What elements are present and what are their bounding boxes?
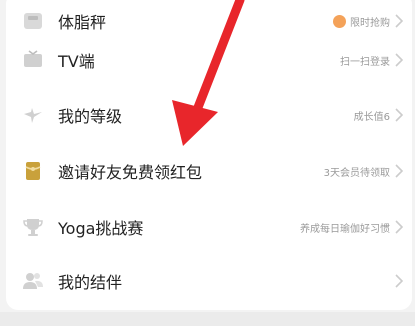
menu-item-my-level[interactable]: 我的等级 成长值6	[6, 86, 412, 144]
bottom-background-strip	[0, 312, 415, 326]
chevron-right-icon	[395, 108, 404, 122]
menu-item-label: TV端	[58, 52, 95, 71]
menu-item-my-partners[interactable]: 我的结伴	[6, 252, 412, 310]
menu-item-tv[interactable]: TV端 扫一扫登录	[6, 31, 412, 89]
menu-item-hint: 养成每日瑜伽好习惯	[300, 223, 390, 235]
menu-item-label: 邀请好友免费领红包	[58, 163, 203, 182]
menu-item-hint: 限时抢购	[333, 14, 390, 29]
partners-icon	[20, 268, 46, 294]
trophy-icon	[20, 214, 46, 240]
menu-item-invite-friends[interactable]: 邀请好友免费领红包 3天会员待领取	[6, 142, 412, 200]
menu-item-hint: 扫一扫登录	[340, 56, 390, 68]
promo-badge-icon	[333, 14, 346, 28]
menu-item-hint: 成长值6	[353, 111, 390, 123]
chevron-right-icon	[395, 14, 404, 28]
menu-item-label: 我的结伴	[58, 273, 123, 292]
menu-card: 体脂秤 限时抢购 TV端 扫一扫登录 我的等级 成长值6 邀请好友免费领红包 3…	[6, 0, 412, 310]
menu-item-yoga-challenge[interactable]: Yoga挑战赛 养成每日瑜伽好习惯	[6, 198, 412, 256]
chevron-right-icon	[395, 164, 404, 178]
menu-item-label: Yoga挑战赛	[58, 219, 144, 238]
chevron-right-icon	[395, 53, 404, 67]
red-packet-icon	[20, 158, 46, 184]
menu-item-label: 体脂秤	[58, 13, 107, 32]
menu-item-label: 我的等级	[58, 107, 123, 126]
screen: 体脂秤 限时抢购 TV端 扫一扫登录 我的等级 成长值6 邀请好友免费领红包 3…	[0, 0, 415, 326]
chevron-right-icon	[395, 220, 404, 234]
level-icon	[20, 102, 46, 128]
menu-item-hint: 3天会员待领取	[323, 167, 390, 179]
tv-icon	[20, 47, 46, 73]
chevron-right-icon	[395, 274, 404, 288]
